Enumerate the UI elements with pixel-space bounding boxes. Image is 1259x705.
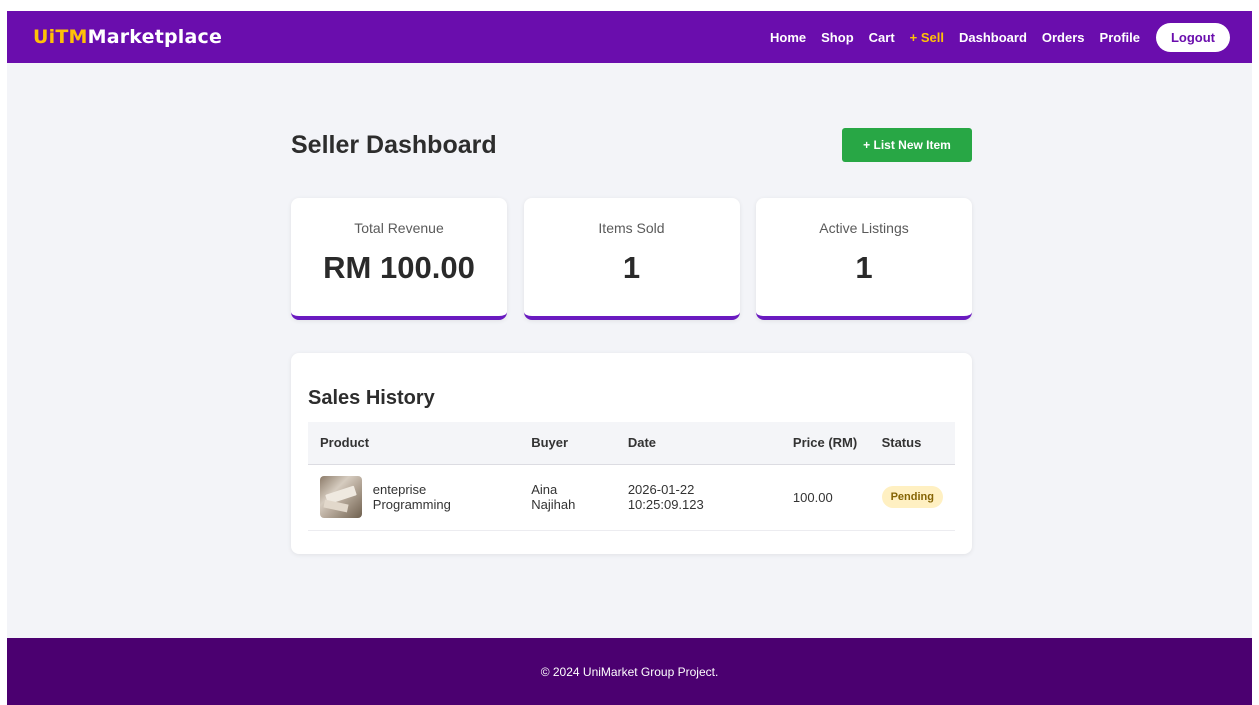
table-header-row: Product Buyer Date Price (RM) Status: [308, 422, 955, 465]
stat-card-items-sold: Items Sold 1: [523, 198, 740, 320]
column-header-date: Date: [615, 422, 781, 465]
table-row: enteprise Programming Aina Najihah 2026-…: [308, 464, 955, 531]
main-content: Seller Dashboard + List New Item Total R…: [291, 128, 972, 554]
product-name: enteprise Programming: [372, 482, 451, 512]
sales-table: Product Buyer Date Price (RM) Status ent…: [308, 422, 955, 531]
cell-product: enteprise Programming: [308, 464, 520, 531]
page-title: Seller Dashboard: [291, 130, 497, 159]
cell-price: 100.00: [780, 464, 870, 531]
cell-date: 2026-01-22 10:25:09.123: [615, 464, 781, 531]
list-new-item-button[interactable]: + List New Item: [842, 128, 972, 162]
stat-value: 1: [622, 250, 641, 285]
nav-link-profile[interactable]: Profile: [1100, 30, 1140, 45]
nav-link-shop[interactable]: Shop: [821, 30, 854, 45]
dashboard-header: Seller Dashboard + List New Item: [291, 128, 972, 162]
column-header-buyer: Buyer: [519, 422, 616, 465]
app-frame: UiTMMarketplace Home Shop Cart + Sell Da…: [7, 11, 1252, 705]
brand-part-marketplace: Marketplace: [87, 26, 223, 48]
sales-history-card: Sales History Product Buyer Date Price (…: [291, 353, 972, 554]
stat-value: RM 100.00: [323, 250, 475, 285]
navbar: UiTMMarketplace Home Shop Cart + Sell Da…: [7, 11, 1252, 63]
stat-label: Items Sold: [598, 220, 665, 236]
column-header-product: Product: [308, 422, 520, 465]
sales-history-title: Sales History: [308, 387, 435, 409]
cell-buyer: Aina Najihah: [519, 464, 616, 531]
column-header-price: Price (RM): [780, 422, 870, 465]
footer-copyright: © 2024 UniMarket Group Project.: [540, 664, 719, 679]
product-info: enteprise Programming: [320, 476, 507, 518]
nav-links: Home Shop Cart + Sell Dashboard Orders P…: [755, 22, 1230, 52]
brand-part-uitm: UiTM: [33, 26, 88, 48]
column-header-status: Status: [869, 422, 955, 465]
stat-value: 1: [855, 250, 873, 285]
nav-link-sell[interactable]: + Sell: [910, 30, 944, 45]
logout-button[interactable]: Logout: [1156, 22, 1230, 52]
product-thumbnail: [320, 476, 362, 518]
stat-card-active-listings: Active Listings 1: [756, 198, 972, 320]
stat-label: Active Listings: [819, 220, 909, 236]
nav-link-orders[interactable]: Orders: [1042, 30, 1085, 45]
footer: © 2024 UniMarket Group Project.: [7, 638, 1252, 705]
status-badge: Pending: [881, 486, 943, 508]
stat-label: Total Revenue: [354, 220, 444, 236]
stat-card-total-revenue: Total Revenue RM 100.00: [291, 198, 507, 320]
stats-row: Total Revenue RM 100.00 Items Sold 1 Act…: [291, 198, 972, 320]
nav-link-home[interactable]: Home: [770, 30, 806, 45]
cell-status: Pending: [869, 464, 955, 531]
nav-link-cart[interactable]: Cart: [869, 30, 895, 45]
brand-logo[interactable]: UiTMMarketplace: [33, 26, 222, 48]
nav-link-dashboard[interactable]: Dashboard: [959, 30, 1027, 45]
